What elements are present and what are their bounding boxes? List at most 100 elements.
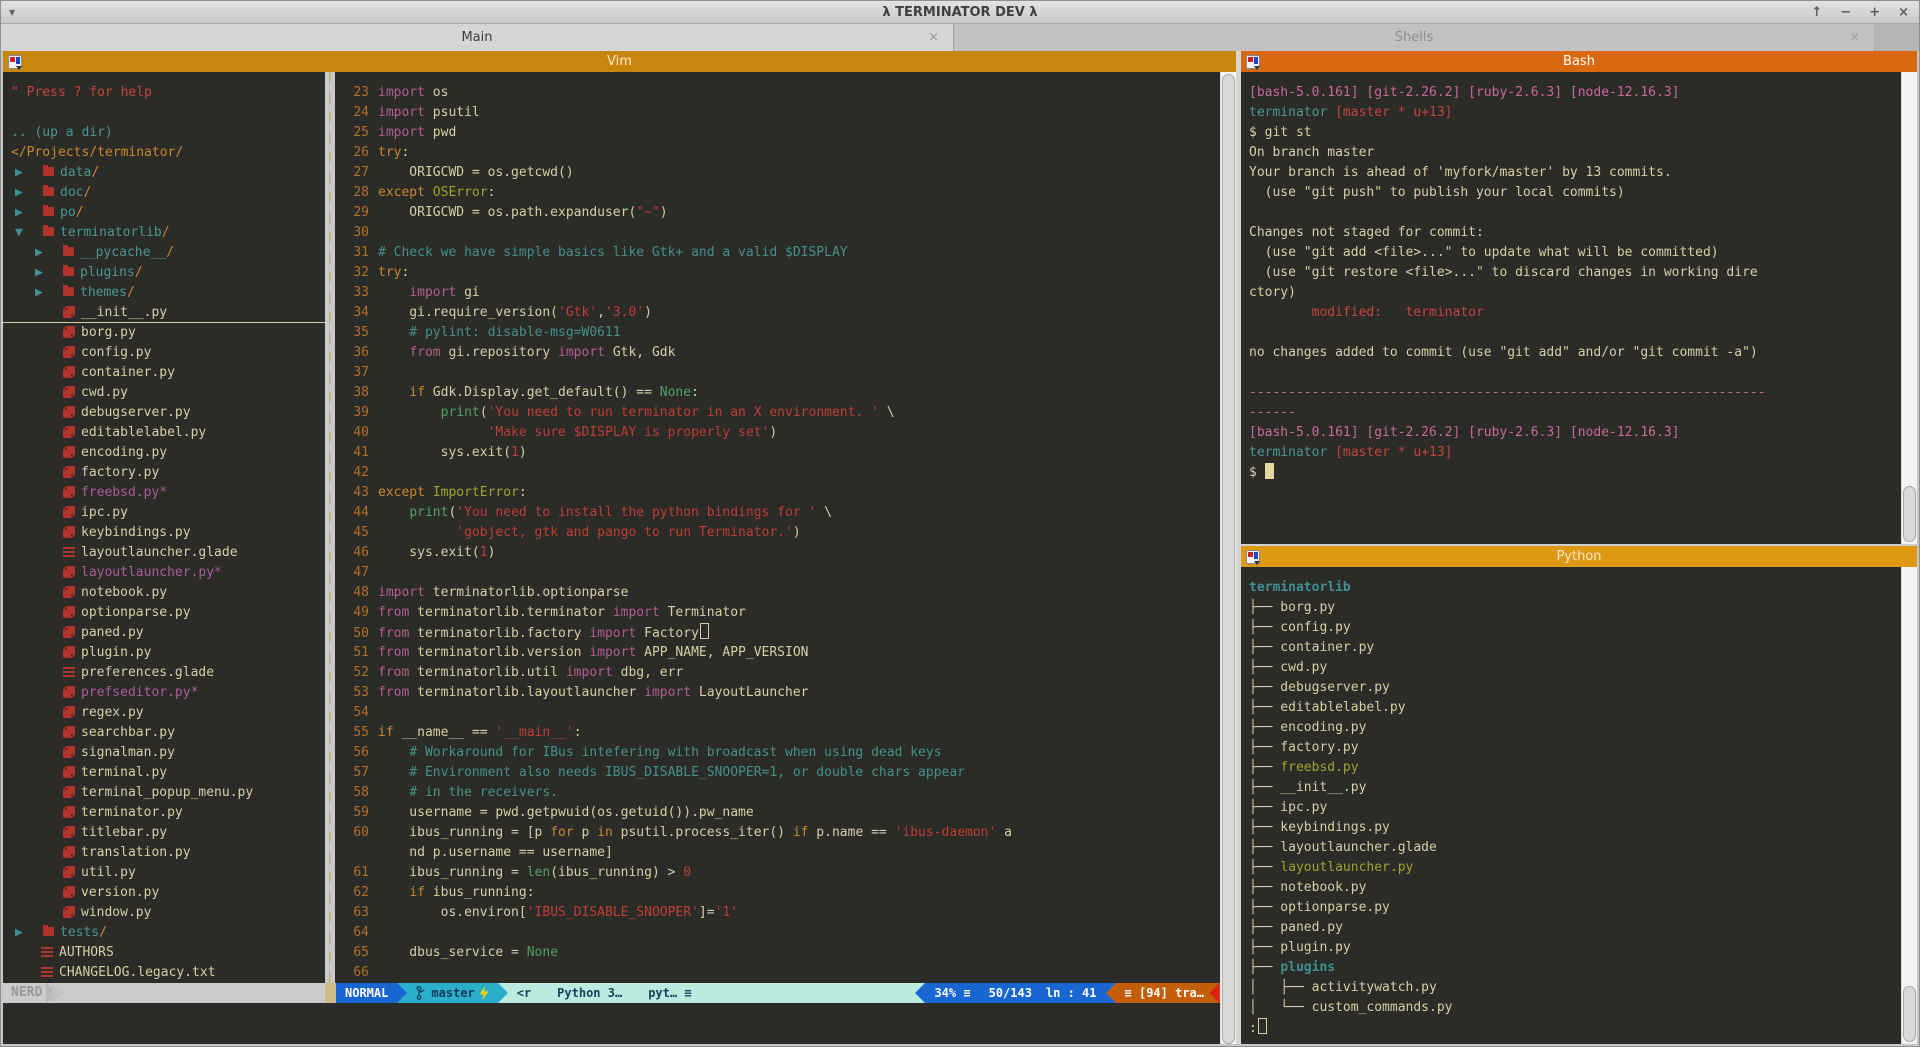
- text-segment: optionparse.py: [81, 605, 191, 620]
- text-segment: On branch master: [1249, 145, 1374, 160]
- text-segment: from: [409, 345, 440, 360]
- terminal-line: ├── freebsd.py: [1249, 758, 1917, 778]
- terminal-line: freebsd.py*: [3, 483, 325, 503]
- folder-icon: [63, 287, 74, 296]
- text-segment: CHANGELOG.legacy.txt: [59, 965, 216, 980]
- bash-terminal[interactable]: [bash-5.0.161] [git-2.26.2] [ruby-2.6.3]…: [1241, 72, 1917, 544]
- powerline-arrow-icon: [1210, 983, 1219, 1003]
- terminal-line: plugin.py: [3, 643, 325, 663]
- column-position: ln : 41: [1046, 983, 1097, 1003]
- tree-collapsed-icon[interactable]: ▶: [15, 183, 43, 203]
- tab-shells[interactable]: Shells ×: [954, 24, 1875, 51]
- text-segment: ├── encoding.py: [1249, 720, 1366, 735]
- text-segment: util.py: [81, 865, 136, 880]
- line-number: 48: [335, 583, 369, 603]
- tree-collapsed-icon[interactable]: ▶: [15, 163, 43, 183]
- python-scrollbar-thumb[interactable]: [1903, 986, 1916, 1042]
- text-segment: Gdk.Display.get_default() ==: [425, 385, 660, 400]
- text-segment: "~": [636, 205, 659, 220]
- text-segment: __pycache__: [80, 245, 166, 260]
- line-number: 36: [335, 343, 369, 363]
- tree-collapsed-icon[interactable]: ▶: [15, 203, 43, 223]
- bash-scrollbar-thumb[interactable]: [1903, 486, 1916, 542]
- bash-pane-grid-icon[interactable]: [1246, 55, 1260, 69]
- python-pane-titlebar[interactable]: Python: [1241, 546, 1917, 567]
- text-segment: /: [76, 205, 84, 220]
- tree-collapsed-icon[interactable]: ▶: [35, 243, 63, 263]
- vim-pane-titlebar[interactable]: Vim: [3, 51, 1236, 72]
- terminal-line: 51from terminatorlib.version import APP_…: [335, 643, 1221, 663]
- text-segment: :: [574, 725, 582, 740]
- terminal-line: 39 print('You need to run terminator in …: [335, 403, 1221, 423]
- python-terminal[interactable]: terminatorlib├── borg.py├── config.py├──…: [1241, 567, 1917, 1044]
- vim-pane-grid-icon[interactable]: [8, 55, 22, 69]
- bash-scrollbar[interactable]: [1901, 72, 1917, 544]
- text-segment: ├──: [1249, 960, 1280, 975]
- terminal-line: layoutlauncher.py*: [3, 563, 325, 583]
- tree-collapsed-icon[interactable]: ▶: [35, 283, 63, 303]
- text-segment: ): [519, 445, 527, 460]
- text-segment: no changes added to commit (use "git add…: [1249, 345, 1758, 360]
- terminal-line: borg.py: [3, 323, 325, 343]
- window-titlebar[interactable]: ▼ λ TERMINATOR DEV λ ↑ − + ×: [1, 1, 1919, 24]
- text-segment: /: [162, 225, 170, 240]
- text-segment: terminator: [1249, 445, 1327, 460]
- terminal-line: 25import pwd: [335, 123, 1221, 143]
- text-segment: (use "git push" to publish your local co…: [1249, 185, 1625, 200]
- terminal-line: ├── layoutlauncher.glade: [1249, 838, 1917, 858]
- text-segment: '3.0': [605, 305, 644, 320]
- text-segment: import: [378, 105, 425, 120]
- text-segment: p.name ==: [808, 825, 894, 840]
- python-file-icon: [63, 906, 75, 918]
- text-segment: (use "git add <file>..." to update what …: [1249, 245, 1719, 260]
- tree-collapsed-icon[interactable]: ▶: [35, 263, 63, 283]
- terminal-line: 29 ORIGCWD = os.path.expanduser("~"): [335, 203, 1221, 223]
- terminal-line: 30: [335, 223, 1221, 243]
- rollup-button[interactable]: ↑: [1811, 5, 1822, 20]
- terminal-line: ----------------------------------------…: [1249, 383, 1917, 403]
- terminal-line: 42: [335, 463, 1221, 483]
- nerdtree-panel[interactable]: " Press ? for help.. (up a dir)</Project…: [3, 72, 325, 983]
- vim-code-buffer[interactable]: 23import os24import psutil25import pwd26…: [335, 72, 1221, 983]
- text-segment: /: [99, 925, 107, 940]
- python-scrollbar[interactable]: [1901, 567, 1917, 1044]
- airline-position-segment: 34% ≡50/143ln : 41: [925, 983, 1105, 1003]
- text-segment: print: [441, 405, 480, 420]
- line-number: 58: [335, 783, 369, 803]
- line-number: 23: [335, 83, 369, 103]
- text-segment: 'gobject, gtk and pango to run Terminato…: [456, 525, 793, 540]
- terminal-line: 27 ORIGCWD = os.getcwd(): [335, 163, 1221, 183]
- text-segment: # Workaround for IBus intefering with br…: [409, 745, 941, 760]
- tree-collapsed-icon[interactable]: ▶: [15, 923, 43, 943]
- text-segment: ├── container.py: [1249, 640, 1374, 655]
- maximize-button[interactable]: +: [1869, 5, 1880, 20]
- line-number: 32: [335, 263, 369, 283]
- tab-main-close-icon[interactable]: ×: [928, 30, 939, 45]
- text-segment: plugins: [1280, 960, 1335, 975]
- tab-main[interactable]: Main ×: [1, 24, 954, 51]
- close-button[interactable]: ×: [1898, 5, 1909, 20]
- terminal-line: 32try:: [335, 263, 1221, 283]
- terminal-line: 23import os: [335, 83, 1221, 103]
- line-number: 57: [335, 763, 369, 783]
- tree-expanded-icon[interactable]: ▼: [15, 223, 43, 243]
- text-segment: version.py: [81, 885, 159, 900]
- vim-pane: Vim " Press ? for help.. (up a dir)</Pro…: [3, 51, 1236, 1044]
- python-pane-title: Python: [1241, 549, 1917, 564]
- python-pane-grid-icon[interactable]: [1246, 550, 1260, 564]
- vim-terminal[interactable]: " Press ? for help.. (up a dir)</Project…: [3, 72, 1236, 1044]
- text-segment: [378, 385, 409, 400]
- terminal-line: no changes added to commit (use "git add…: [1249, 343, 1917, 363]
- text-segment: borg.py: [81, 325, 136, 340]
- tab-shells-close-icon[interactable]: ×: [1849, 30, 1860, 45]
- bash-pane-titlebar[interactable]: Bash: [1241, 51, 1917, 72]
- text-segment: from: [378, 605, 409, 620]
- text-segment: ctory): [1249, 285, 1296, 300]
- terminal-line: paned.py: [3, 623, 325, 643]
- vim-scrollbar-thumb[interactable]: [1222, 74, 1235, 1044]
- text-segment: ----------------------------------------…: [1249, 385, 1766, 400]
- minimize-button[interactable]: −: [1840, 5, 1851, 20]
- text-segment: ): [644, 305, 652, 320]
- text-segment: '1': [715, 905, 738, 920]
- vim-scrollbar[interactable]: [1220, 72, 1236, 1044]
